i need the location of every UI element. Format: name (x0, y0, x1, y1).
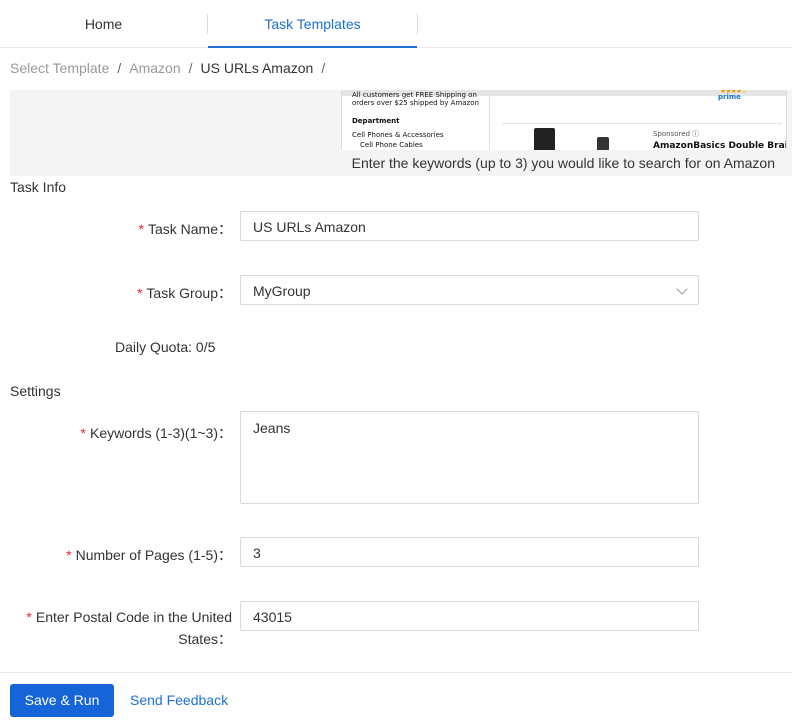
label-text: Keywords (1-3)(1~3) (90, 425, 218, 441)
chevron-down-icon (676, 283, 688, 295)
preview-line: All customers get FREE Shipping on (352, 91, 477, 99)
preview-category: Cell Phones & Accessories (352, 131, 444, 139)
product-image (534, 128, 555, 150)
product-image (597, 137, 609, 150)
label-colon: ： (218, 221, 232, 237)
footer-divider (0, 672, 792, 673)
label-text: Task Group (146, 285, 218, 301)
required-mark: * (80, 425, 86, 441)
task-group-label: * Task Group： (137, 283, 232, 303)
template-preview: All customers get FREE Shipping on order… (10, 90, 792, 176)
required-mark: * (26, 609, 32, 625)
section-title-settings: Settings (10, 383, 61, 399)
preview-shipping-text: All customers get FREE Shipping on order… (352, 91, 479, 107)
postal-code-label-line2: States： (178, 629, 232, 649)
keywords-label: * Keywords (1-3)(1~3)： (81, 423, 232, 443)
required-mark: * (66, 547, 72, 563)
breadcrumb-amazon[interactable]: Amazon (129, 60, 180, 76)
label-colon: ： (218, 547, 232, 563)
preview-subcategory: Cell Phone Cables (360, 141, 423, 149)
preview-sponsored: Sponsored ⓘ (653, 130, 700, 138)
preview-divider (489, 96, 490, 150)
preview-divider (502, 123, 782, 124)
keywords-textarea[interactable]: Jeans (240, 411, 699, 504)
postal-code-label: * Enter Postal Code in the United (26, 609, 232, 625)
breadcrumb-current: US URLs Amazon (200, 60, 314, 76)
section-title-task-info: Task Info (10, 179, 67, 195)
task-group-select[interactable]: MyGroup (240, 275, 699, 305)
preview-line: orders over $25 shipped by Amazon (352, 99, 479, 107)
save-run-button[interactable]: Save & Run (10, 684, 114, 717)
label-text: Enter Postal Code in the United (35, 609, 232, 625)
amazon-screenshot-preview: All customers get FREE Shipping on order… (341, 90, 787, 150)
label-text: States (178, 631, 218, 647)
preview-department: Department (352, 117, 400, 125)
label-text: Number of Pages (1-5) (75, 547, 218, 563)
breadcrumb-select-template[interactable]: Select Template (10, 60, 109, 76)
task-name-label: * Task Name： (139, 219, 232, 239)
label-colon: ： (218, 285, 232, 301)
prime-badge: prime (718, 93, 741, 101)
top-tabs: Home Task Templates (0, 0, 792, 48)
tab-task-templates[interactable]: Task Templates (208, 0, 417, 48)
postal-code-input[interactable]: 43015 (240, 601, 699, 631)
breadcrumb-separator: / (117, 60, 122, 76)
required-mark: * (136, 285, 143, 301)
preview-product-name: AmazonBasics Double Braided (653, 141, 786, 150)
preview-caption: Enter the keywords (up to 3) you would l… (351, 155, 775, 171)
daily-quota: Daily Quota: 0/5 (115, 339, 216, 355)
tab-home[interactable]: Home (0, 0, 207, 47)
breadcrumb-separator: / (188, 60, 193, 76)
pages-label: * Number of Pages (1-5)： (66, 545, 232, 565)
breadcrumb-separator: / (321, 60, 326, 76)
tab-divider (417, 14, 418, 34)
label-colon: ： (218, 425, 232, 441)
label-text: Task Name (147, 221, 218, 237)
task-name-input[interactable]: US URLs Amazon (240, 211, 699, 241)
task-group-value: MyGroup (253, 283, 311, 299)
breadcrumb: Select Template / Amazon / US URLs Amazon / (10, 60, 333, 76)
send-feedback-link[interactable]: Send Feedback (130, 692, 228, 708)
pages-input[interactable]: 3 (240, 537, 699, 567)
required-mark: * (138, 221, 144, 237)
label-colon: ： (218, 631, 232, 647)
